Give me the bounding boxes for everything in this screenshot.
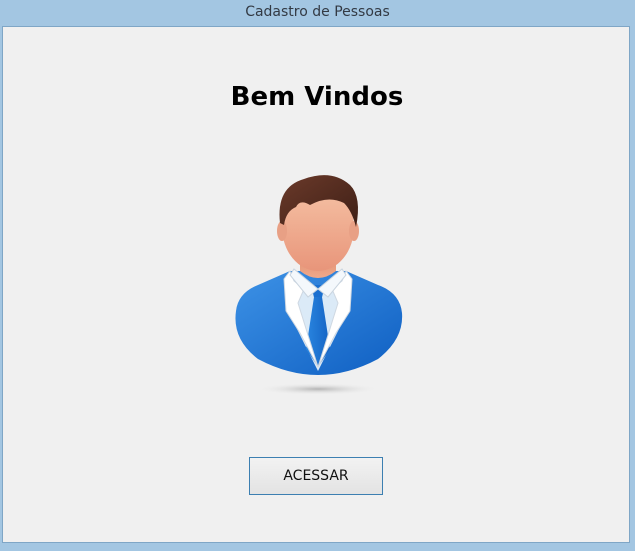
access-button[interactable]: ACESSAR xyxy=(249,457,383,495)
user-avatar-icon xyxy=(235,175,403,395)
main-panel: Bem Vindos ACESSAR xyxy=(2,26,630,543)
welcome-heading: Bem Vindos xyxy=(230,82,404,112)
app-window: Cadastro de Pessoas Bem Vindos ACESSAR xyxy=(0,0,635,551)
window-title: Cadastro de Pessoas xyxy=(245,4,390,20)
